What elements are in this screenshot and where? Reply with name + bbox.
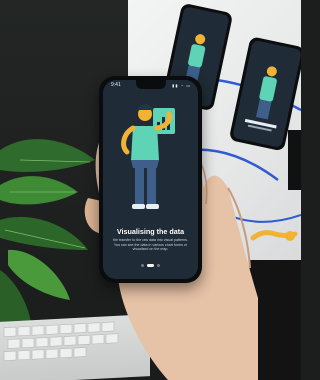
status-time: 9:41	[111, 82, 121, 88]
page-dot[interactable]	[141, 264, 144, 267]
status-icons: ▮▮ ◔ ▭	[172, 83, 191, 88]
screen-title: Visualising the data	[116, 227, 185, 236]
page-dot-active[interactable]	[147, 264, 154, 267]
page-dot[interactable]	[157, 264, 160, 267]
phone-screen: 9:41 ▮▮ ◔ ▭ Visualising the data the tra…	[103, 80, 198, 279]
photo-scene: 9:41 ▮▮ ◔ ▭ Visualising the data the tra…	[0, 0, 301, 380]
person-illustration-icon	[121, 104, 175, 209]
smartphone: 9:41 ▮▮ ◔ ▭ Visualising the data the tra…	[99, 76, 202, 283]
screen-description: the transfer to the raw data into visual…	[113, 238, 188, 252]
page-indicator[interactable]	[103, 264, 198, 267]
phone-notch	[136, 80, 166, 89]
